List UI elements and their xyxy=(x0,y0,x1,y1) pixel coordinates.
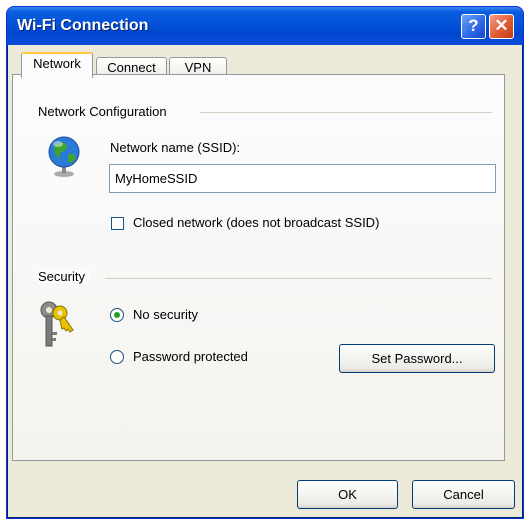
tab-network[interactable]: Network xyxy=(21,52,93,78)
security-divider xyxy=(105,278,492,279)
title-bar[interactable]: Wi-Fi Connection ? ✕ xyxy=(7,7,523,45)
keys-icon xyxy=(40,301,74,347)
ok-label: OK xyxy=(338,487,357,502)
cancel-button[interactable]: Cancel xyxy=(412,480,515,509)
network-config-divider xyxy=(200,112,492,113)
password-protected-label: Password protected xyxy=(133,349,248,364)
help-icon: ? xyxy=(468,16,479,35)
close-icon: ✕ xyxy=(494,16,509,35)
radio-selected-dot xyxy=(114,312,120,318)
close-button[interactable]: ✕ xyxy=(489,14,514,39)
radio-no-security[interactable] xyxy=(110,308,124,322)
set-password-button[interactable]: Set Password... xyxy=(339,344,495,373)
ssid-input[interactable] xyxy=(109,164,496,193)
ok-button[interactable]: OK xyxy=(297,480,398,509)
security-group-label: Security xyxy=(38,269,90,284)
help-button[interactable]: ? xyxy=(461,14,486,39)
tab-vpn-label: VPN xyxy=(184,60,212,75)
network-tab-page xyxy=(12,74,505,461)
window-title: Wi-Fi Connection xyxy=(17,17,149,34)
cancel-label: Cancel xyxy=(443,487,484,502)
ssid-label: Network name (SSID): xyxy=(110,140,241,155)
set-password-label: Set Password... xyxy=(371,351,463,366)
no-security-label: No security xyxy=(133,307,199,322)
closed-network-checkbox[interactable] xyxy=(111,217,124,230)
radio-password-protected[interactable] xyxy=(110,350,124,364)
network-config-group-label: Network Configuration xyxy=(38,104,172,119)
globe-icon xyxy=(48,136,80,177)
tab-connect-label: Connect xyxy=(107,60,156,75)
tab-network-label: Network xyxy=(33,56,81,71)
closed-network-label: Closed network (does not broadcast SSID) xyxy=(133,215,380,230)
